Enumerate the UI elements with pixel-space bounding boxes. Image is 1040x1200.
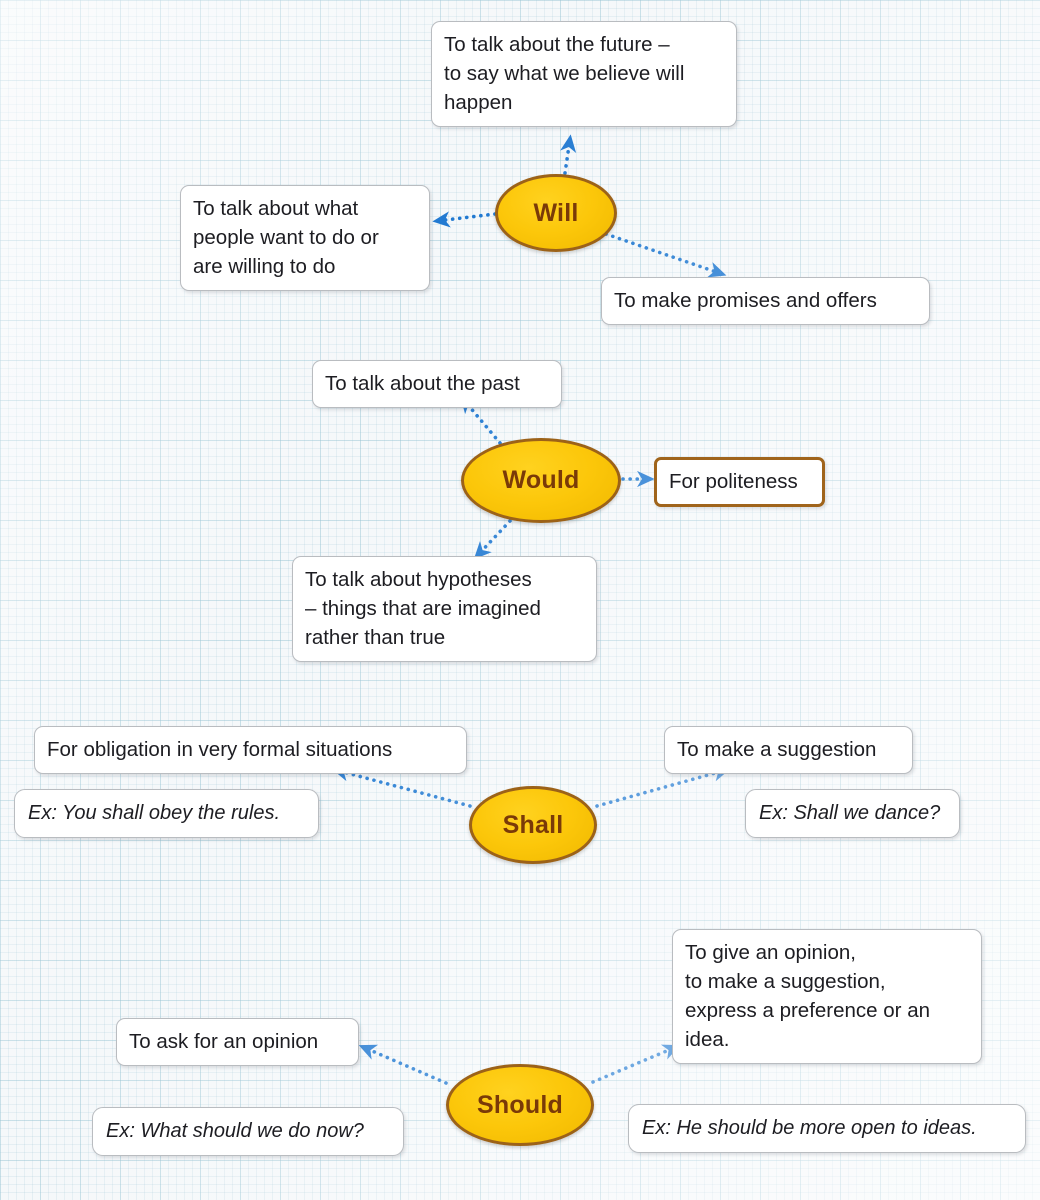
edge-should-to-ask	[358, 1044, 448, 1085]
edge-will-to-promises	[604, 232, 727, 278]
edge-would-to-hypotheses	[473, 519, 512, 560]
node-shall[interactable]: Shall	[469, 786, 597, 864]
node-label-would: Would	[502, 466, 580, 494]
box-shall-obligation[interactable]: For obligation in very formal situations	[34, 726, 467, 775]
edge-shall-to-suggestion	[595, 765, 731, 808]
edge-will-to-want	[432, 211, 497, 228]
box-will-promises[interactable]: To make promises and offers	[601, 277, 930, 326]
edge-will-to-future	[560, 134, 577, 175]
edge-shall-to-obligation	[331, 765, 472, 808]
box-will-future[interactable]: To talk about the future – to say what w…	[431, 21, 737, 128]
box-shall-suggestion-ex[interactable]: Ex: Shall we dance?	[745, 789, 960, 839]
box-shall-suggestion[interactable]: To make a suggestion	[664, 726, 913, 775]
node-label-should: Should	[477, 1090, 563, 1119]
box-would-past[interactable]: To talk about the past	[312, 360, 562, 409]
box-would-politeness[interactable]: For politeness	[654, 457, 825, 508]
edge-should-to-opinion-give	[591, 1044, 681, 1084]
node-should[interactable]: Should	[446, 1064, 594, 1146]
box-shall-obligation-ex[interactable]: Ex: You shall obey the rules.	[14, 789, 319, 839]
box-should-opinion-ex[interactable]: Ex: He should be more open to ideas.	[628, 1104, 1026, 1154]
node-will[interactable]: Will	[495, 174, 617, 252]
box-would-hypotheses[interactable]: To talk about hypotheses – things that a…	[292, 556, 597, 663]
node-label-will: Will	[533, 198, 579, 227]
mindmap-canvas: Will Would Shall Should To talk about the f…	[0, 0, 1040, 1200]
box-will-want[interactable]: To talk about what people want to do or …	[180, 185, 430, 292]
node-would[interactable]: Would	[461, 438, 621, 523]
box-should-ask[interactable]: To ask for an opinion	[116, 1018, 359, 1067]
box-should-opinion-give[interactable]: To give an opinion, to make a suggestion…	[672, 929, 982, 1065]
box-should-ask-ex[interactable]: Ex: What should we do now?	[92, 1107, 404, 1157]
node-label-shall: Shall	[502, 810, 564, 839]
